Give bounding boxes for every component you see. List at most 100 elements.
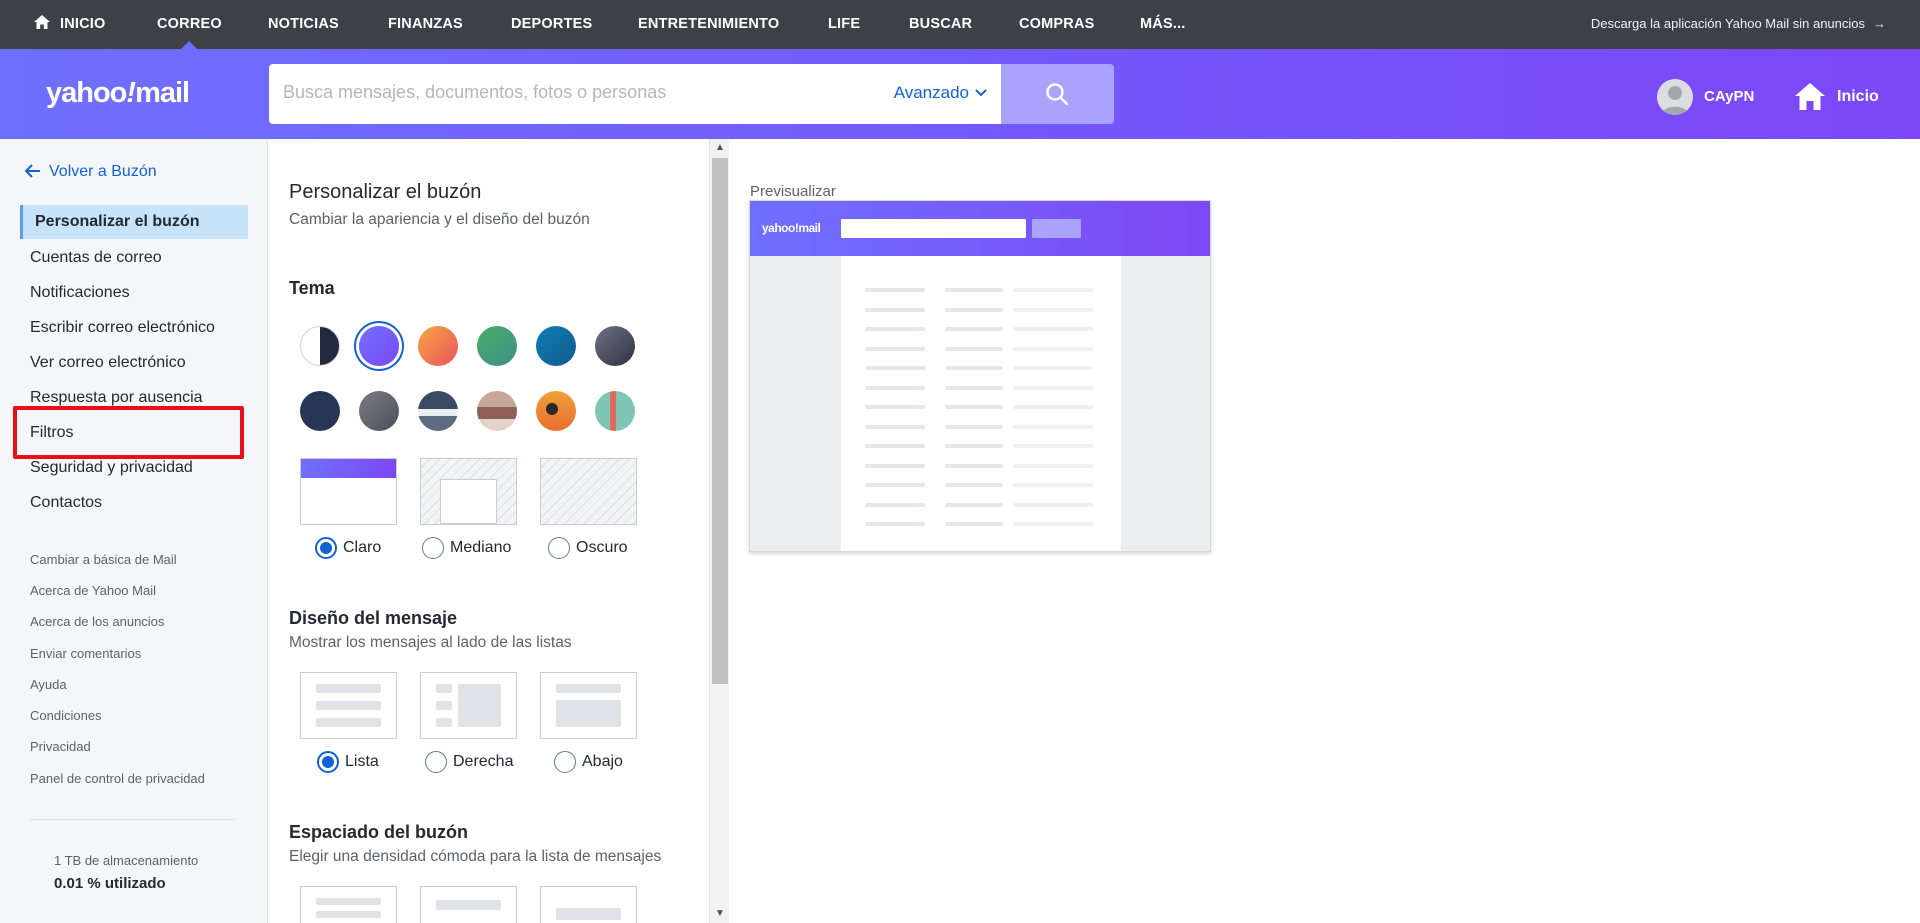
sidebar-item-ver-correo[interactable]: Ver correo electrónico [20,346,248,380]
preview-row-bar [865,502,925,507]
topnav-correo[interactable]: CORREO [157,0,222,50]
link-about-yahoo-mail[interactable]: Acerca de Yahoo Mail [30,583,156,598]
back-to-inbox-link[interactable]: Volver a Buzón [24,163,157,181]
preview-row-bar [1013,307,1093,312]
download-app-link[interactable]: Descarga la aplicación Yahoo Mail sin an… [1591,0,1886,47]
inbox-preview: yahoo!mail [749,200,1211,552]
preview-row-bar [945,463,1003,468]
spacing-preview-1[interactable] [300,886,397,923]
topnav-noticias[interactable]: NOTICIAS [268,0,339,49]
radio-lista-dot [317,751,339,773]
preview-row-bar [945,405,1003,409]
storage-total: 1 TB de almacenamiento [54,853,199,868]
theme-swatch-slate[interactable] [595,326,635,366]
theme-swatch-lighthouse[interactable] [595,391,635,431]
theme-swatch-purple[interactable] [359,326,399,366]
preview-row-bar [1013,483,1093,487]
link-send-feedback[interactable]: Enviar comentarios [30,646,141,661]
radio-mediano-label: Mediano [450,539,512,556]
topnav-finanzas[interactable]: FINANZAS [388,0,463,49]
preview-row-bar [945,346,1003,351]
topnav-compras[interactable]: COMPRAS [1019,0,1095,49]
preview-row-bar [865,463,925,468]
preview-row-bar [945,385,1003,390]
arrow-left-icon [24,164,40,178]
search-input[interactable]: Busca mensajes, documentos, fotos o pers… [269,64,1001,124]
theme-swatch-navy[interactable] [300,391,340,431]
scroll-up-icon[interactable]: ▲ [710,139,730,157]
brightness-preview-medium[interactable] [420,458,517,525]
arrow-right-icon: → [1873,16,1886,31]
preview-header: yahoo!mail [750,201,1210,256]
preview-row-bar [865,405,925,409]
link-privacy[interactable]: Privacidad [30,739,91,754]
theme-swatch-city[interactable] [477,391,517,431]
radio-abajo-dot [554,751,576,773]
brightness-preview-dark[interactable] [540,458,637,525]
customize-inbox-panel: Personalizar el buzón Cambiar la aparien… [270,139,710,923]
theme-swatch-mountains[interactable] [418,391,458,431]
sidebar-item-personalizar[interactable]: Personalizar el buzón [20,205,248,239]
inbox-spacing-title: Espaciado del buzón [289,822,469,842]
preview-search-button [1032,219,1081,238]
preview-row-bar [865,424,925,429]
mail-header: yahoo!mail Busca mensajes, documentos, f… [0,49,1920,139]
sidebar-item-contactos[interactable]: Contactos [20,486,248,520]
advanced-search-toggle[interactable]: Avanzado [894,83,987,103]
topnav-life[interactable]: LIFE [828,0,860,49]
preview-row-bar [1013,463,1093,468]
radio-claro-dot [315,537,337,559]
theme-swatch-kangaroo[interactable] [536,391,576,431]
radio-oscuro-label: Oscuro [576,539,628,556]
preview-row-bar [865,385,925,390]
link-help[interactable]: Ayuda [30,677,67,692]
preview-row-bar [1013,327,1093,331]
preview-row-bar [1013,366,1093,370]
scrollbar-thumb[interactable] [712,158,728,684]
preview-row-bar [945,288,1003,292]
radio-abajo-label: Abajo [582,753,623,770]
theme-swatch-contrast[interactable] [300,326,340,366]
topnav-entretenimiento[interactable]: ENTRETENIMIENTO [638,0,779,49]
panel-scrollbar[interactable]: ▲ ▼ [709,139,729,923]
link-terms[interactable]: Condiciones [30,708,102,723]
topnav-inicio[interactable]: INICIO [34,0,106,49]
preview-row-bar [865,288,925,292]
preview-logo: yahoo!mail [762,221,821,235]
topnav-deportes[interactable]: DEPORTES [511,0,592,49]
message-layout-subtitle: Mostrar los mensajes al lado de las list… [289,634,572,651]
layout-preview-list[interactable] [300,672,397,739]
layout-preview-right[interactable] [420,672,517,739]
theme-swatch-ocean[interactable] [536,326,576,366]
search-button[interactable] [1001,64,1114,124]
logo-part-mail: mail [135,77,190,109]
layout-preview-bottom[interactable] [540,672,637,739]
sidebar-item-cuentas[interactable]: Cuentas de correo [20,241,248,275]
preview-row-bar [945,522,1003,526]
preview-row-bar [945,327,1003,331]
scroll-down-icon[interactable]: ▼ [710,905,730,923]
page-title: Personalizar el buzón [289,181,482,203]
brightness-preview-light[interactable] [300,458,397,525]
spacing-preview-3[interactable] [540,886,637,923]
spacing-preview-2[interactable] [420,886,517,923]
sidebar-item-escribir[interactable]: Escribir correo electrónico [20,311,248,345]
advanced-search-label: Avanzado [893,83,969,102]
avatar [1657,79,1693,115]
radio-claro-label: Claro [343,539,382,556]
storage-used: 0.01 % utilizado [54,875,166,892]
yahoo-mail-logo[interactable]: yahoo!mail [46,77,190,110]
home-icon [34,15,50,29]
theme-swatch-sunset[interactable] [418,326,458,366]
link-about-ads[interactable]: Acerca de los anuncios [30,614,164,629]
link-privacy-dashboard[interactable]: Panel de control de privacidad [30,771,205,786]
link-basic-mail[interactable]: Cambiar a básica de Mail [30,552,177,567]
theme-swatch-green[interactable] [477,326,517,366]
topnav-inicio-label: INICIO [60,16,106,32]
topnav-buscar[interactable]: BUSCAR [909,0,972,49]
settings-sidebar: Volver a Buzón Personalizar el buzón Cue… [0,139,268,923]
theme-swatch-gray[interactable] [359,391,399,431]
topnav-mas[interactable]: MÁS... [1140,0,1186,49]
preview-row-bar [1013,424,1093,429]
sidebar-item-notificaciones[interactable]: Notificaciones [20,276,248,310]
